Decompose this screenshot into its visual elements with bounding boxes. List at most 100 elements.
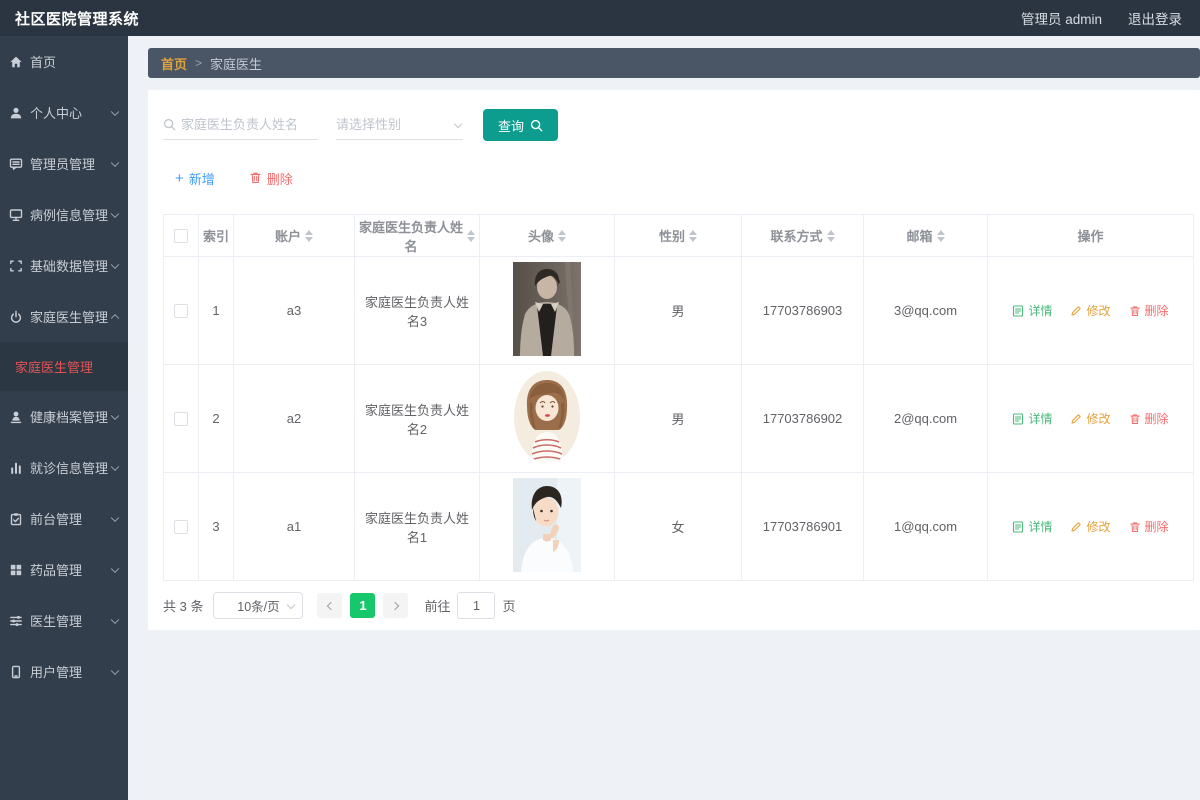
column-header-avatar[interactable]: 头像 — [480, 215, 615, 257]
chevron-down-icon — [111, 158, 119, 166]
page-number-button[interactable]: 1 — [350, 593, 375, 618]
monitor-icon — [9, 208, 23, 222]
sliders-icon — [9, 614, 23, 628]
column-header-gender[interactable]: 性别 — [615, 215, 742, 257]
avatar — [513, 478, 581, 572]
breadcrumb: 首页 > 家庭医生 — [148, 48, 1200, 78]
column-header-name[interactable]: 家庭医生负责人姓名 — [355, 215, 480, 257]
edit-button[interactable]: 修改 — [1070, 410, 1110, 427]
search-icon — [163, 118, 176, 131]
sidebar-item-doctor-management[interactable]: 医生管理 — [0, 595, 128, 646]
detail-button[interactable]: 详情 — [1012, 302, 1052, 319]
detail-button[interactable]: 详情 — [1012, 518, 1052, 535]
sidebar-item-user-management[interactable]: 用户管理 — [0, 646, 128, 697]
sidebar-item-label: 管理员管理 — [30, 154, 95, 173]
page-size-label: 10条/页 — [237, 596, 279, 615]
chevron-down-icon — [111, 411, 119, 419]
avatar — [513, 370, 581, 464]
table-toolbar: + 新增 删除 — [175, 169, 1189, 188]
sidebar-item-label: 家庭医生管理 — [30, 307, 108, 326]
edit-button[interactable]: 修改 — [1070, 302, 1110, 319]
sidebar-item-label: 病例信息管理 — [30, 205, 108, 224]
table-row: 1 a3 家庭医生负责人姓名3 — [164, 257, 1194, 365]
sidebar-item-drug-management[interactable]: 药品管理 — [0, 544, 128, 595]
trash-icon — [249, 171, 262, 187]
pencil-icon — [1070, 305, 1082, 317]
grid-icon — [9, 563, 23, 577]
row-checkbox[interactable] — [174, 412, 188, 426]
table-row: 3 a1 家庭医生负责人姓名1 — [164, 473, 1194, 581]
sidebar-item-basic-data-management[interactable]: 基础数据管理 — [0, 240, 128, 291]
document-icon — [1012, 521, 1024, 533]
column-header-account[interactable]: 账户 — [234, 215, 355, 257]
name-search-field[interactable] — [163, 110, 318, 140]
sidebar-item-label: 药品管理 — [30, 560, 82, 579]
row-checkbox[interactable] — [174, 304, 188, 318]
content-panel: 查询 + 新增 删除 — [148, 90, 1200, 630]
cell-account: a3 — [234, 257, 355, 365]
user-icon — [9, 106, 23, 120]
sidebar: 首页 个人中心 管理员管理 病例信息管理 基础数据管理 家庭医生管理 — [0, 36, 128, 800]
sidebar-item-label: 个人中心 — [30, 103, 82, 122]
logout-button[interactable]: 退出登录 — [1128, 8, 1182, 28]
add-button[interactable]: + 新增 — [175, 169, 215, 188]
goto-suffix: 页 — [502, 596, 515, 615]
query-button-label: 查询 — [498, 116, 524, 135]
sidebar-item-personal-center[interactable]: 个人中心 — [0, 87, 128, 138]
sort-icon[interactable] — [937, 230, 945, 242]
delete-button[interactable]: 删除 — [1129, 410, 1169, 427]
sidebar-item-home[interactable]: 首页 — [0, 36, 128, 87]
cell-email: 2@qq.com — [864, 365, 988, 473]
trash-icon — [1129, 413, 1141, 425]
sort-icon[interactable] — [467, 230, 475, 242]
select-all-checkbox[interactable] — [174, 229, 188, 243]
family-doctor-table: 索引 账户 家庭医生负责人姓名 头像 性别 联系方 — [163, 214, 1194, 581]
cell-phone: 17703786903 — [742, 257, 864, 365]
edit-button[interactable]: 修改 — [1070, 518, 1110, 535]
cell-account: a2 — [234, 365, 355, 473]
row-checkbox[interactable] — [174, 520, 188, 534]
sidebar-item-admin-management[interactable]: 管理员管理 — [0, 138, 128, 189]
delete-button[interactable]: 删除 — [1129, 302, 1169, 319]
sort-icon[interactable] — [689, 230, 697, 242]
sort-icon[interactable] — [558, 230, 566, 242]
gender-select-input[interactable] — [336, 117, 463, 132]
sort-icon[interactable] — [305, 230, 313, 242]
sort-icon[interactable] — [827, 230, 835, 242]
sidebar-subitem-label: 家庭医生管理 — [15, 357, 93, 376]
breadcrumb-home-link[interactable]: 首页 — [161, 54, 187, 73]
sidebar-item-visit-info-management[interactable]: 就诊信息管理 — [0, 442, 128, 493]
detail-button[interactable]: 详情 — [1012, 410, 1052, 427]
sidebar-item-health-record-management[interactable]: 健康档案管理 — [0, 391, 128, 442]
document-icon — [1012, 413, 1024, 425]
sidebar-item-front-desk-management[interactable]: 前台管理 — [0, 493, 128, 544]
next-page-button[interactable] — [383, 593, 408, 618]
prev-page-button[interactable] — [317, 593, 342, 618]
column-header-index: 索引 — [199, 215, 234, 257]
sidebar-item-case-info-management[interactable]: 病例信息管理 — [0, 189, 128, 240]
page-size-select[interactable]: 10条/页 — [213, 592, 303, 619]
pencil-icon — [1070, 521, 1082, 533]
name-search-input[interactable] — [181, 117, 318, 132]
sidebar-item-label: 前台管理 — [30, 509, 82, 528]
avatar — [513, 262, 581, 356]
home-icon — [9, 55, 23, 69]
chevron-down-icon — [287, 601, 295, 609]
cell-phone: 17703786902 — [742, 365, 864, 473]
search-row: 查询 — [163, 109, 1189, 141]
sidebar-item-family-doctor-management[interactable]: 家庭医生管理 — [0, 291, 128, 342]
scan-icon — [9, 259, 23, 273]
table-header-row: 索引 账户 家庭医生负责人姓名 头像 性别 联系方 — [164, 215, 1194, 257]
bulk-delete-button[interactable]: 删除 — [249, 169, 293, 188]
query-button[interactable]: 查询 — [483, 109, 558, 141]
gender-select[interactable] — [336, 110, 463, 140]
delete-button[interactable]: 删除 — [1129, 518, 1169, 535]
goto-page-input[interactable] — [457, 592, 495, 619]
column-header-email[interactable]: 邮箱 — [864, 215, 988, 257]
goto-prefix: 前往 — [424, 596, 450, 615]
sidebar-item-label: 基础数据管理 — [30, 256, 108, 275]
column-header-phone[interactable]: 联系方式 — [742, 215, 864, 257]
current-user-label: 管理员 admin — [1021, 8, 1102, 28]
sidebar-subitem-family-doctor-management-active[interactable]: 家庭医生管理 — [0, 342, 128, 391]
cell-email: 1@qq.com — [864, 473, 988, 581]
